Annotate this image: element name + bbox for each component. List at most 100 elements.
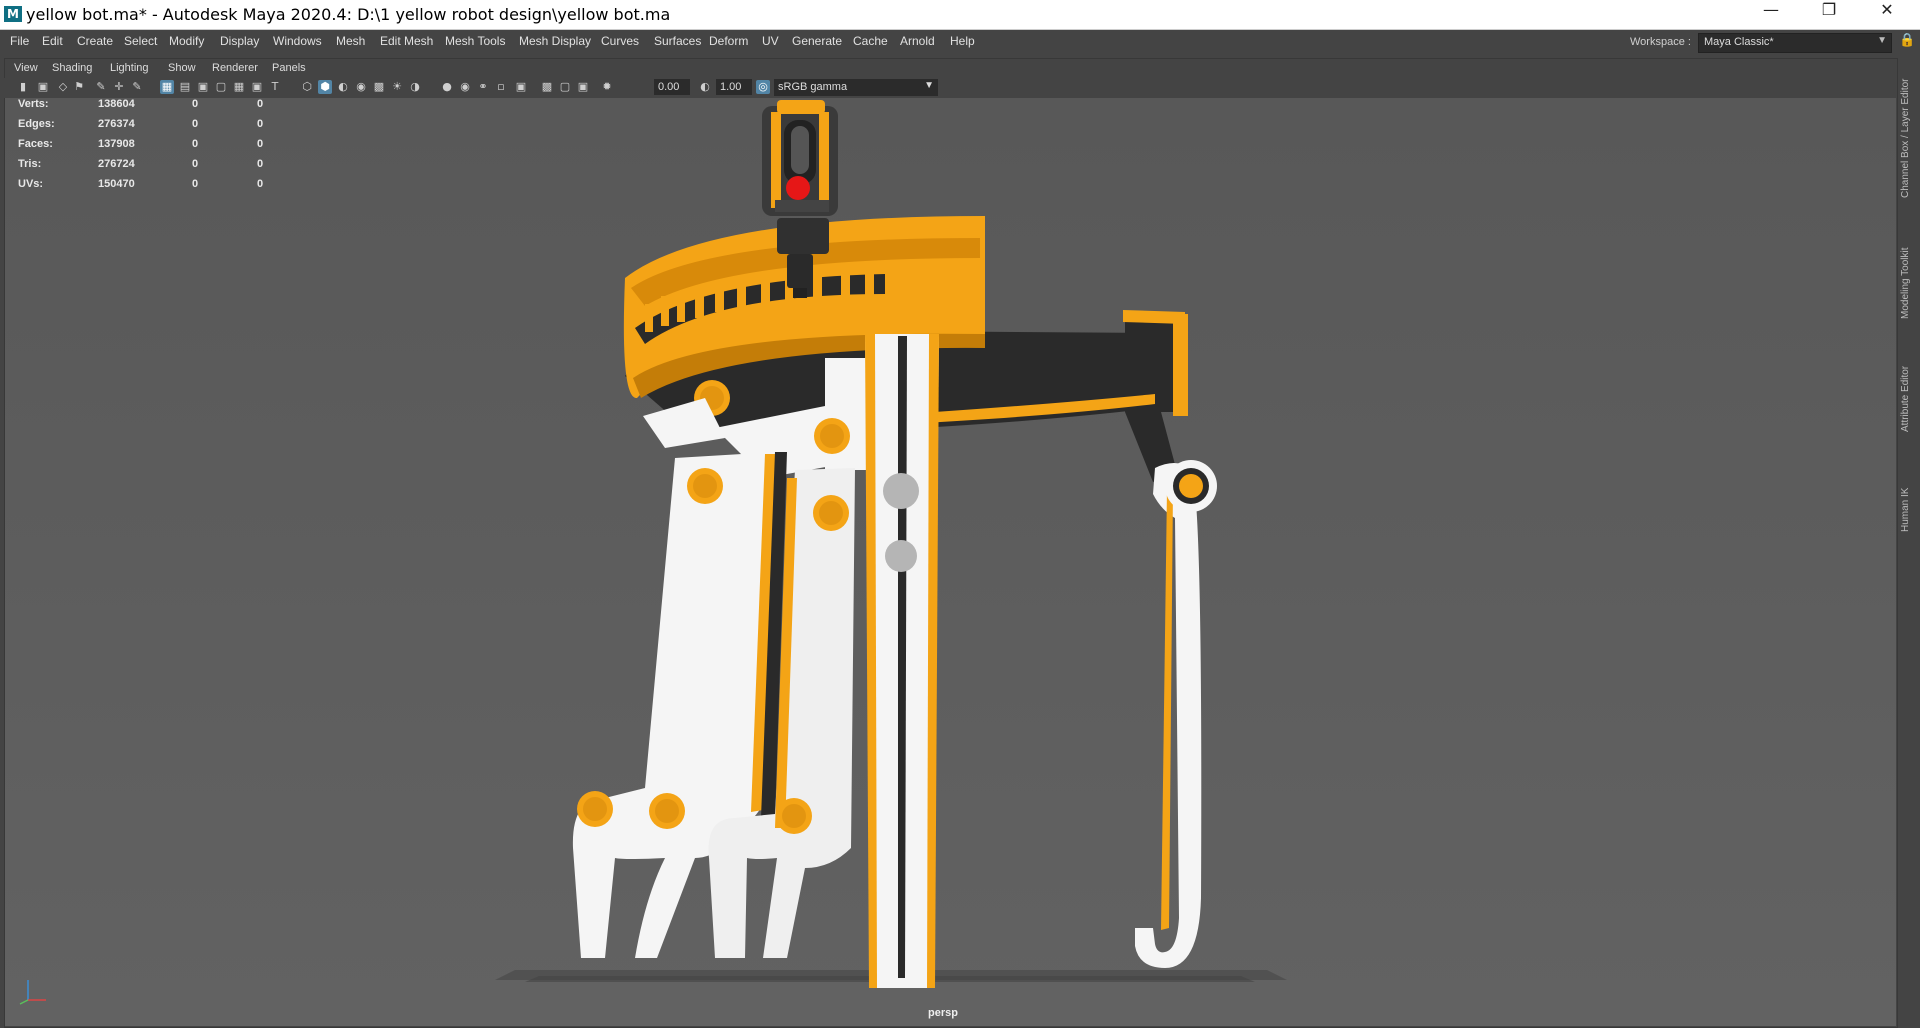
color-management-icon[interactable]: ◎	[756, 80, 770, 94]
tab-modeling-toolkit[interactable]: Modeling Toolkit	[1900, 234, 1918, 332]
smooth-shade-icon[interactable]: ⬢	[318, 80, 332, 94]
menu-mesh-display[interactable]: Mesh Display	[519, 34, 591, 48]
lock-icon[interactable]: 🔒	[1899, 33, 1915, 51]
axis-gizmo-icon	[19, 980, 46, 1005]
panel-menu-show[interactable]: Show	[168, 62, 196, 74]
panel-toolbar: ▮ ▣ ◇ ⚑ ✎ ✛ ✎ ▦ ▤ ▣ ▢ ▦ ▣ T ⬡ ⬢ ◐ ◉ ▩ ☀ …	[4, 78, 1896, 98]
hud-selected-frag: 0	[257, 98, 264, 110]
chevron-down-icon: ▼	[1877, 35, 1887, 46]
gamma-field[interactable]: 1.00	[716, 79, 752, 95]
menu-surfaces[interactable]: Surfaces	[654, 34, 701, 48]
pencil-icon[interactable]: ✎	[130, 80, 144, 94]
wireframe-on-shaded-icon[interactable]: ◐	[336, 80, 350, 94]
menu-edit[interactable]: Edit	[42, 34, 63, 48]
window-title: yellow bot.ma* - Autodesk Maya 2020.4: D…	[26, 5, 671, 24]
grid-icon[interactable]: ▦	[160, 80, 174, 94]
shadows-icon[interactable]: ☀	[390, 80, 404, 94]
menu-windows[interactable]: Windows	[273, 34, 322, 48]
hud-selected: 0	[192, 98, 199, 110]
3d-viewport[interactable]	[5, 98, 1896, 1026]
hud-icon[interactable]: ▣	[576, 80, 590, 94]
safe-action-icon[interactable]: ▣	[250, 80, 264, 94]
hud-total: 138604	[98, 98, 135, 110]
hud-label: Edges:	[18, 118, 55, 130]
safe-title-icon[interactable]: T	[268, 80, 282, 94]
menu-cache[interactable]: Cache	[853, 34, 888, 48]
exposure-icon[interactable]: ✹	[600, 80, 614, 94]
minimize-icon[interactable]: —	[1746, 0, 1796, 29]
film-gate-icon[interactable]: ▤	[178, 80, 192, 94]
2d-pan-icon[interactable]: ✛	[112, 80, 126, 94]
hud-selected: 0	[192, 158, 199, 170]
menu-create[interactable]: Create	[77, 34, 113, 48]
grease-pencil-icon[interactable]: ✎	[94, 80, 108, 94]
hud-total: 276374	[98, 118, 135, 130]
camera-name-label: persp	[928, 1007, 958, 1019]
camera-icon[interactable]: ▮	[16, 80, 30, 94]
hud-selected-frag: 0	[257, 158, 264, 170]
hud-total: 276724	[98, 158, 135, 170]
menu-mesh-tools[interactable]: Mesh Tools	[445, 34, 505, 48]
panel-menu-panels[interactable]: Panels	[272, 62, 306, 74]
gamma-icon[interactable]: ◐	[698, 80, 712, 94]
use-all-lights-icon[interactable]: ▩	[372, 80, 386, 94]
menu-file[interactable]: File	[10, 34, 29, 48]
panel-menu-shading[interactable]: Shading	[52, 62, 92, 74]
hud-total: 137908	[98, 138, 135, 150]
hud-label: UVs:	[18, 178, 44, 190]
bookmark-icon[interactable]: ◇	[56, 80, 70, 94]
menu-edit-mesh[interactable]: Edit Mesh	[380, 34, 433, 48]
resolution-gate-icon[interactable]: ▣	[196, 80, 210, 94]
view-transform-value: sRGB gamma	[778, 81, 848, 93]
hud-selected-frag: 0	[257, 178, 264, 190]
panel-menu-renderer[interactable]: Renderer	[212, 62, 258, 74]
menu-uv[interactable]: UV	[762, 34, 779, 48]
hud-selected: 0	[192, 118, 199, 130]
menu-modify[interactable]: Modify	[169, 34, 204, 48]
restore-icon[interactable]: ❐	[1804, 0, 1854, 29]
isolate-select-icon[interactable]: ▣	[514, 80, 528, 94]
hud-total: 150470	[98, 178, 135, 190]
pin-icon[interactable]: ⚑	[72, 80, 86, 94]
camera-attributes-icon[interactable]: ▣	[36, 80, 50, 94]
tab-human-ik[interactable]: Human IK	[1900, 458, 1918, 562]
hud-label: Tris:	[18, 158, 42, 170]
menu-help[interactable]: Help	[950, 34, 975, 48]
ambient-occlusion-icon[interactable]: ◑	[408, 80, 422, 94]
chevron-down-icon: ▼	[924, 80, 934, 91]
hud-selected-frag: 0	[257, 138, 264, 150]
wireframe-icon[interactable]: ⬡	[300, 80, 314, 94]
exposure-field[interactable]: 0.00	[654, 79, 690, 95]
tab-attribute-editor[interactable]: Attribute Editor	[1900, 350, 1918, 448]
tab-channel-box[interactable]: Channel Box / Layer Editor	[1900, 68, 1918, 208]
workspace-value: Maya Classic*	[1704, 36, 1774, 48]
close-icon[interactable]: ✕	[1862, 0, 1912, 29]
field-chart-icon[interactable]: ▦	[232, 80, 246, 94]
panel-menu-lighting[interactable]: Lighting	[110, 62, 149, 74]
xray-joints-icon[interactable]: ◉	[458, 80, 472, 94]
menu-deform[interactable]: Deform	[709, 34, 748, 48]
textured-icon[interactable]: ◉	[354, 80, 368, 94]
scene-render	[5, 98, 1896, 1026]
gate-mask-icon[interactable]: ▢	[214, 80, 228, 94]
motion-blur-icon[interactable]: ▫	[494, 80, 508, 94]
hud-selected-frag: 0	[257, 118, 264, 130]
menu-generate[interactable]: Generate	[792, 34, 842, 48]
panel-menu-view[interactable]: View	[14, 62, 38, 74]
hud-selected: 0	[192, 138, 199, 150]
xray-icon[interactable]: ●	[440, 80, 454, 94]
menu-arnold[interactable]: Arnold	[900, 34, 935, 48]
maya-app-icon: M	[4, 6, 22, 22]
menu-mesh[interactable]: Mesh	[336, 34, 365, 48]
red-light	[786, 176, 810, 200]
hud-label: Faces:	[18, 138, 53, 150]
hud-label: Verts:	[18, 98, 49, 110]
depth-of-field-icon[interactable]: ▢	[558, 80, 572, 94]
menu-select[interactable]: Select	[124, 34, 157, 48]
menu-display[interactable]: Display	[220, 34, 259, 48]
workspace-select[interactable]: Maya Classic* ▼	[1698, 33, 1892, 53]
menu-curves[interactable]: Curves	[601, 34, 639, 48]
xray-active-icon[interactable]: ⚭	[476, 80, 490, 94]
view-transform-select[interactable]: sRGB gamma ▼	[774, 79, 938, 96]
multisample-icon[interactable]: ▩	[540, 80, 554, 94]
